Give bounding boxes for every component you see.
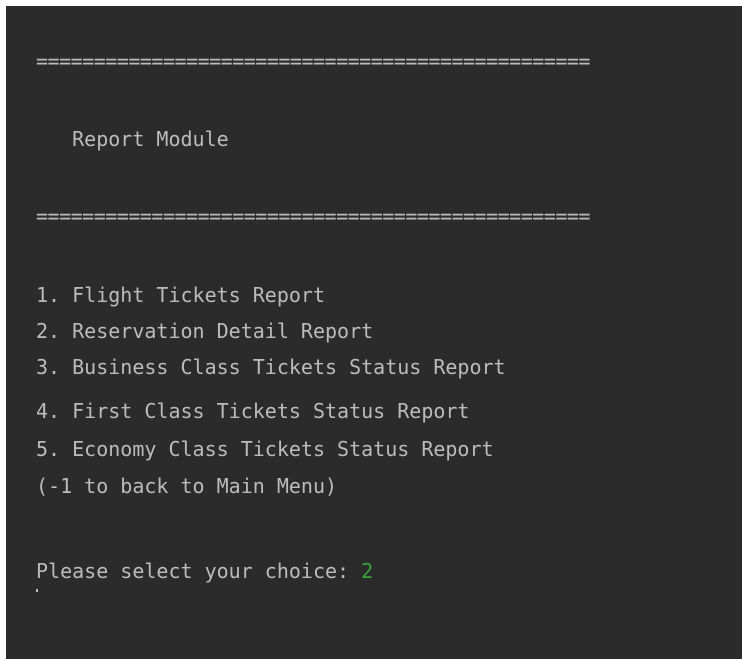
module-title: Report Module: [36, 127, 229, 151]
menu-item-flight-tickets-report: 1. Flight Tickets Report: [36, 283, 325, 307]
separator-bottom: ========================================…: [36, 204, 590, 228]
prompt-label: Please select your choice:: [36, 559, 362, 583]
console-output[interactable]: ========================================…: [6, 6, 742, 659]
menu-item-reservation-detail-report: 2. Reservation Detail Report: [36, 319, 374, 343]
cursor-icon: [36, 589, 38, 592]
choice-input-value[interactable]: 2: [361, 559, 373, 583]
menu-item-first-class-report: 4. First Class Tickets Status Report: [36, 399, 470, 423]
separator-top: ========================================…: [36, 49, 590, 73]
prompt-line[interactable]: Please select your choice: 2: [36, 557, 373, 585]
back-hint: (-1 to back to Main Menu): [36, 474, 338, 498]
menu-item-economy-class-report: 5. Economy Class Tickets Status Report: [36, 437, 494, 461]
menu-item-business-class-report: 3. Business Class Tickets Status Report: [36, 355, 506, 379]
